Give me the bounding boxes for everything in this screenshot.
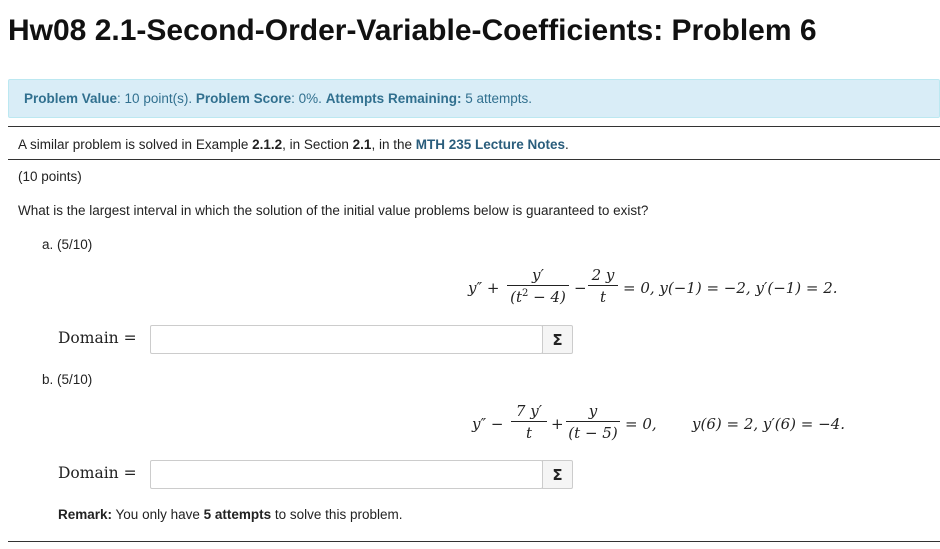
equation-b-rhs: = 0, (625, 415, 657, 433)
reference-text: , in the (371, 137, 416, 152)
problem-value-text: : 10 point(s). (117, 91, 193, 106)
fraction-denominator: (t − 5) (568, 424, 618, 442)
denominator-part: (t (510, 288, 522, 306)
remark-label: Remark: (58, 507, 113, 522)
equation-a-minus: − (574, 279, 587, 297)
equation-a-fraction-2: 2 y t (588, 266, 618, 306)
equation-a-fraction-1: y′ (t2 − 4) (507, 266, 569, 306)
problem-value-label: Problem Value (24, 91, 118, 106)
lecture-notes-link[interactable]: MTH 235 Lecture Notes (416, 137, 565, 152)
remark-note: Remark: You only have 5 attempts to solv… (58, 507, 402, 522)
sigma-icon: Σ (552, 465, 563, 484)
domain-a-input[interactable] (150, 325, 543, 354)
problem-points: (10 points) (18, 169, 82, 184)
attempts-remaining-text: 5 attempts. (465, 91, 533, 106)
fraction-numerator: 7 y′ (515, 402, 543, 420)
part-a-label: a. (5/10) (42, 237, 93, 252)
remark-text: to solve this problem. (271, 507, 403, 522)
remark-attempts: 5 attempts (203, 507, 272, 522)
part-b-label: b. (5/10) (42, 372, 93, 387)
domain-a-label: Domain = (58, 329, 137, 347)
divider-bottom (8, 541, 940, 542)
problem-question: What is the largest interval in which th… (18, 203, 649, 218)
reference-text: , in Section (282, 137, 353, 152)
reference-text: A similar problem is solved in Example (18, 137, 253, 152)
denominator-part: − 4) (528, 288, 566, 306)
domain-b-input[interactable] (150, 460, 543, 489)
remark-text: You only have (112, 507, 204, 522)
page-title: Hw08 2.1-Second-Order-Variable-Coefficie… (8, 14, 817, 47)
divider-top (8, 126, 940, 127)
fraction-numerator: 2 y (591, 266, 615, 284)
fraction-denominator: t (599, 288, 607, 306)
reference-note: A similar problem is solved in Example 2… (18, 137, 569, 152)
problem-score-label: Problem Score (195, 91, 292, 106)
equation-b-lhs: y″ − (472, 415, 504, 433)
attempts-remaining-label: Attempts Remaining: (325, 91, 462, 106)
equation-b-initial-conditions: y(6) = 2, y′(6) = −4. (692, 415, 846, 433)
sigma-icon: Σ (552, 330, 563, 349)
divider-middle (8, 159, 940, 160)
reference-section: 2.1 (352, 137, 372, 152)
fraction-denominator: t (525, 424, 533, 442)
problem-score-text: : 0%. (291, 91, 322, 106)
equation-a-lhs: y″ + (468, 279, 500, 297)
reference-text: . (565, 137, 569, 152)
equation-b-fraction-1: 7 y′ t (511, 402, 547, 442)
equation-editor-b-button[interactable]: Σ (542, 460, 573, 489)
problem-info-banner: Problem Value: 10 point(s). Problem Scor… (8, 79, 940, 118)
equation-b-plus: + (551, 415, 564, 433)
fraction-numerator: y′ (532, 266, 544, 284)
equation-editor-a-button[interactable]: Σ (542, 325, 573, 354)
equation-a-rhs: = 0, y(−1) = −2, y′(−1) = 2. (623, 279, 838, 297)
fraction-numerator: y (588, 402, 598, 420)
reference-example: 2.1.2 (252, 137, 283, 152)
equation-b-fraction-2: y (t − 5) (566, 402, 620, 442)
fraction-denominator: (t2 − 4) (507, 286, 569, 306)
domain-b-label: Domain = (58, 464, 137, 482)
